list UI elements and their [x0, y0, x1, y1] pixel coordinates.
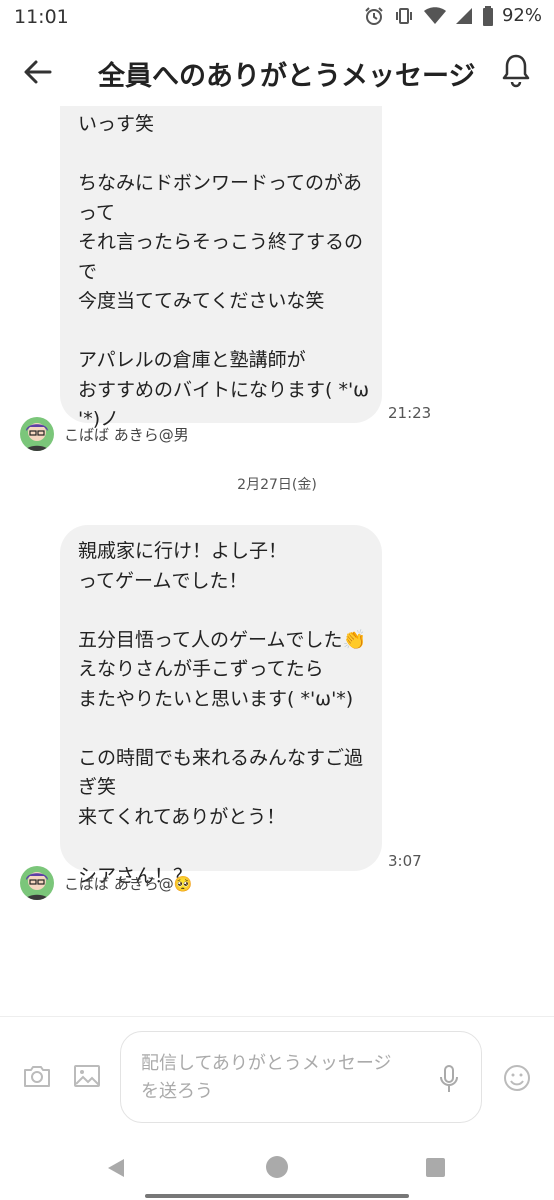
status-bar: 11:01 92%: [0, 0, 554, 34]
signal-icon: [455, 7, 472, 24]
sender[interactable]: こばば あきら@男: [20, 417, 189, 451]
message-line: って: [78, 201, 116, 224]
message-line: またやりたいと思います( *'ω'*): [78, 687, 354, 710]
mic-button[interactable]: [437, 1064, 461, 1094]
image-icon: [74, 1065, 100, 1087]
status-icons: 92%: [364, 5, 542, 26]
camera-button[interactable]: [22, 1061, 52, 1091]
avatar[interactable]: [20, 417, 54, 451]
nav-back-icon[interactable]: [106, 1158, 126, 1178]
emoji-button[interactable]: [502, 1063, 532, 1093]
message-line: 親戚家に行け！よし子！: [78, 540, 288, 562]
sender-name: こばば あきら@🥺: [64, 874, 193, 893]
alarm-icon: [365, 6, 383, 25]
gesture-handle: [145, 1194, 409, 1198]
battery-level: 92%: [501, 5, 542, 26]
message-line: この時間でも来れるみんなすご過: [78, 746, 364, 769]
back-arrow-icon: [24, 60, 52, 84]
emoji-icon: [504, 1065, 530, 1091]
message-line: えなりさんが手こずってたら: [78, 658, 324, 680]
image-button[interactable]: [72, 1061, 102, 1091]
message-line: いっす笑: [78, 113, 155, 135]
message-blank: [78, 596, 364, 626]
header: 全員へのありがとうメッセージ: [0, 34, 554, 106]
message-line: おすすめのバイトになります( *'ω: [78, 378, 370, 401]
message-blank: [78, 714, 364, 744]
mic-icon: [440, 1065, 458, 1092]
message-time: 21:23: [388, 404, 432, 422]
message-line: それ言ったらそっこう終了するの: [78, 231, 364, 253]
nav-recent-icon[interactable]: [426, 1158, 445, 1177]
chat-area[interactable]: いっす笑 ちなみにドボンワードってのがあ って それ言ったらそっこう終了するの …: [0, 106, 554, 1016]
back-button[interactable]: [20, 54, 56, 90]
message-blank: [78, 832, 364, 862]
input-placeholder: を送ろう: [141, 1081, 213, 1102]
sender[interactable]: こばば あきら@🥺: [20, 866, 192, 900]
message-time: 3:07: [388, 852, 422, 870]
message-line: ってゲームでした！: [78, 569, 248, 592]
input-placeholder: 配信してありがとうメッセージ: [141, 1053, 392, 1074]
message-line: ちなみにドボンワードってのがあ: [78, 172, 363, 194]
message-bubble: いっす笑 ちなみにドボンワードってのがあ って それ言ったらそっこう終了するの …: [60, 106, 382, 430]
avatar[interactable]: [20, 866, 54, 900]
battery-icon: [482, 5, 493, 26]
message-line: 今度当ててみてくださいな笑: [78, 290, 325, 312]
message-line: 来てくれてありがとう！: [78, 805, 286, 828]
page-title: 全員へのありがとうメッセージ: [98, 61, 476, 92]
message-line: 五分目悟って人のゲームでした👏: [78, 628, 367, 651]
message-line: アパレルの倉庫と塾講師が: [78, 349, 306, 371]
composer: 配信してありがとうメッセージ を送ろう: [0, 1016, 554, 1137]
vibrate-icon: [395, 7, 412, 24]
date-divider: 2月27日(金): [237, 477, 317, 493]
notification-button[interactable]: [500, 52, 532, 88]
status-time: 11:01: [14, 6, 69, 28]
bell-icon: [502, 54, 530, 88]
message-blank: [78, 317, 364, 347]
message-line: で: [78, 260, 98, 283]
message-bubble: 親戚家に行け！よし子！ ってゲームでした！ 五分目悟って人のゲームでした👏 えな…: [60, 525, 382, 887]
wifi-icon: [423, 6, 446, 24]
message-input[interactable]: 配信してありがとうメッセージ を送ろう: [120, 1031, 482, 1123]
message-line: ぎ笑: [78, 776, 117, 798]
system-nav-bar: [0, 1136, 554, 1200]
nav-home-icon[interactable]: [266, 1156, 288, 1178]
message-blank: [78, 140, 364, 170]
sender-name: こばば あきら@男: [64, 425, 189, 444]
camera-icon: [24, 1066, 50, 1087]
